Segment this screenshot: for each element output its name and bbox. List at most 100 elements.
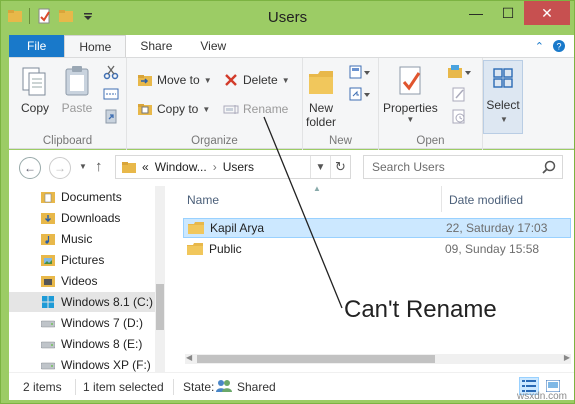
close-button[interactable]: ✕ (524, 1, 570, 25)
tab-home[interactable]: Home (64, 35, 127, 57)
paste-shortcut-icon[interactable] (103, 108, 119, 124)
breadcrumb-separator[interactable]: › (213, 160, 217, 174)
drive-icon (41, 341, 55, 349)
sort-ascending-icon: ▲ (313, 184, 321, 193)
downloads-folder-icon (41, 213, 55, 224)
copy-to-button[interactable]: Copy to ▼ (137, 99, 210, 119)
maximize-button[interactable]: ☐ (492, 1, 524, 25)
column-header-date-modified[interactable]: Date modified (449, 188, 523, 212)
move-to-icon (138, 75, 152, 86)
properties-icon (399, 66, 421, 95)
rename-button[interactable]: Rename (223, 99, 288, 119)
organize-group: Move to ▼ Copy to ▼ Delete ▼ Rename Orga… (127, 58, 303, 150)
nav-item-windows-8-e[interactable]: Windows 8 (E:) (41, 334, 142, 354)
file-date: 22, Saturday 17:03 (446, 221, 548, 235)
recent-locations-dropdown-icon[interactable]: ▼ (79, 162, 87, 171)
edit-icon[interactable] (451, 86, 467, 102)
window-controls: — ☐ ✕ (460, 1, 570, 25)
pictures-folder-icon (41, 255, 55, 266)
nav-item-windows-7-d[interactable]: Windows 7 (D:) (41, 313, 143, 333)
up-button[interactable]: ↑ (95, 158, 103, 175)
breadcrumb-overflow[interactable]: « (142, 160, 149, 174)
ribbon-tabs: File Home Share View ⌃ ? (9, 35, 574, 57)
nav-label: Downloads (61, 211, 121, 225)
tab-view[interactable]: View (186, 35, 240, 57)
navigation-scroll-thumb[interactable] (156, 284, 164, 330)
file-row-kapil-arya[interactable]: Kapil Arya 22, Saturday 17:03 (183, 218, 571, 238)
breadcrumb-windows[interactable]: Window... (155, 160, 207, 174)
file-list-horizontal-scrollbar[interactable]: ◀ ▶ (185, 353, 571, 364)
back-button[interactable]: ← (19, 157, 41, 179)
copy-path-icon[interactable] (103, 86, 119, 102)
nav-item-windows-8-1-c[interactable]: Windows 8.1 (C:) (9, 292, 155, 312)
nav-item-pictures[interactable]: Pictures (41, 250, 104, 270)
drive-icon (41, 362, 55, 370)
search-input[interactable]: Search Users (372, 160, 445, 174)
status-state-value: Shared (237, 380, 276, 394)
delete-button[interactable]: Delete ▼ (223, 70, 290, 90)
new-item-icon[interactable] (349, 64, 371, 80)
file-row-public[interactable]: Public 09, Sunday 15:58 (183, 239, 571, 259)
column-divider[interactable] (441, 186, 442, 212)
forward-button[interactable]: → (49, 157, 71, 179)
status-selected-count: 1 item selected (83, 380, 164, 394)
tab-file[interactable]: File (9, 35, 65, 57)
navigation-pane-scrollbar[interactable] (155, 186, 165, 372)
address-folder-icon (122, 162, 136, 173)
address-dropdown-icon[interactable]: ▼ (310, 156, 330, 178)
nav-label: Documents (61, 190, 122, 204)
move-to-button[interactable]: Move to ▼ (137, 70, 212, 90)
nav-item-downloads[interactable]: Downloads (41, 208, 120, 228)
copy-button[interactable]: Copy (19, 64, 51, 115)
scroll-left-icon[interactable]: ◀ (186, 353, 192, 362)
ribbon: Copy Paste Clipboard Move to ▼ Copy to ▼ (9, 57, 574, 150)
rename-icon (223, 105, 239, 114)
properties-dropdown-icon: ▼ (406, 115, 415, 124)
select-button[interactable]: Select ▼ (483, 60, 523, 134)
new-folder-label-line1: New (308, 101, 333, 115)
nav-item-music[interactable]: Music (41, 229, 92, 249)
drive-icon (41, 320, 55, 328)
organize-group-label: Organize (191, 135, 238, 147)
column-header-name[interactable]: Name (187, 188, 219, 212)
file-name: Public (209, 242, 242, 256)
search-box[interactable]: Search Users (363, 155, 563, 179)
nav-label: Windows 7 (D:) (61, 316, 144, 330)
open-group-label: Open (416, 135, 445, 147)
nav-label: Windows 8.1 (C:) (61, 295, 154, 309)
open-with-icon[interactable] (447, 64, 473, 80)
paste-button[interactable]: Paste (61, 64, 93, 115)
watermark: wsxdn.com (516, 391, 567, 402)
nav-item-documents[interactable]: Documents (41, 187, 122, 207)
documents-folder-icon (41, 192, 55, 203)
delete-dropdown-icon: ▼ (281, 75, 290, 85)
nav-label: Music (61, 232, 93, 246)
status-bar: 2 items 1 item selected State: Shared (9, 372, 574, 400)
music-folder-icon (41, 234, 55, 245)
address-actions: ▼ ↻ (310, 156, 350, 178)
nav-label: Windows 8 (E:) (61, 337, 143, 351)
nav-item-videos[interactable]: Videos (41, 271, 97, 291)
tab-share[interactable]: Share (126, 35, 186, 57)
easy-access-icon[interactable] (349, 86, 371, 102)
shared-users-icon (216, 380, 232, 392)
svg-text:?: ? (556, 42, 561, 52)
cut-icon[interactable] (103, 64, 119, 80)
properties-button[interactable]: Properties ▼ (383, 64, 438, 124)
delete-label: Delete (243, 73, 278, 87)
status-items-count: 2 items (23, 380, 62, 394)
new-folder-button[interactable]: New folder (305, 64, 337, 129)
help-icon[interactable]: ? (552, 39, 566, 53)
minimize-ribbon-chevron-icon[interactable]: ⌃ (535, 40, 544, 53)
scroll-right-icon[interactable]: ▶ (564, 353, 570, 362)
history-icon[interactable] (451, 108, 467, 124)
search-icon[interactable] (542, 160, 556, 174)
title-bar[interactable]: Users — ☐ ✕ (1, 1, 574, 35)
folder-icon (188, 222, 204, 234)
minimize-button[interactable]: — (460, 1, 492, 25)
horizontal-scroll-thumb[interactable] (197, 355, 435, 363)
rename-label: Rename (243, 102, 289, 116)
address-bar[interactable]: « Window... › Users ▼ ↻ (115, 155, 351, 179)
breadcrumb-users[interactable]: Users (223, 160, 254, 174)
refresh-icon[interactable]: ↻ (330, 156, 350, 178)
